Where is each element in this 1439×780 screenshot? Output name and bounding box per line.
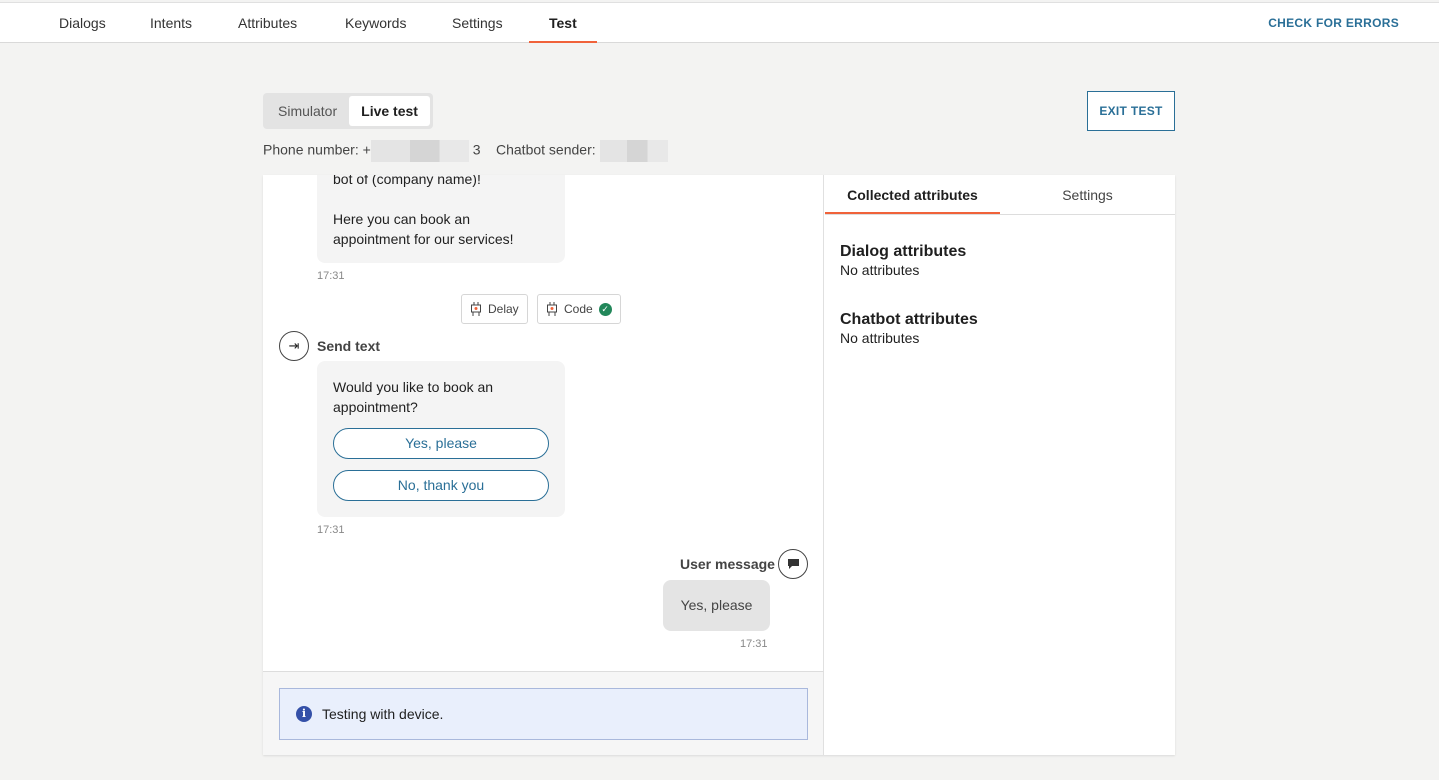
section-title: Dialog attributes [840,243,967,260]
tab-intents[interactable]: Intents [150,3,192,43]
phone-number: Phone number: + 3 [263,140,481,162]
phone-suffix: 3 [472,141,481,158]
robot-icon [546,302,558,316]
tab-dialogs[interactable]: Dialogs [59,3,106,43]
bot-message: Would you like to book an appointment? Y… [317,361,565,517]
code-chip[interactable]: Code ✓ [537,294,621,324]
exit-test-button[interactable]: EXIT TEST [1087,91,1175,131]
info-text: Testing with device. [322,706,444,722]
sender-label: Chatbot sender: [496,141,596,158]
section-value: No attributes [840,330,920,346]
info-icon: i [296,706,312,722]
quick-reply-no[interactable]: No, thank you [333,470,549,501]
send-text-icon: ⇥ [279,331,309,361]
chat-footer: i Testing with device. [263,671,824,755]
quick-reply-yes[interactable]: Yes, please [333,428,549,459]
check-circle-icon: ✓ [598,302,612,316]
message-time: 17:31 [740,638,768,650]
message-text: Would you like to book an appointment? [333,379,494,415]
tab-attributes[interactable]: Attributes [238,3,297,43]
mode-toggle: Simulator Live test [263,93,433,129]
chip-label: Delay [488,302,519,316]
tab-settings[interactable]: Settings [452,3,503,43]
user-message: Yes, please [663,580,770,631]
message-line: bot of (company name)! [333,175,481,187]
message-time: 17:31 [317,270,345,282]
tab-test[interactable]: Test [529,3,597,43]
tab-keywords[interactable]: Keywords [345,3,406,43]
send-text-label: Send text [317,338,381,354]
live-test-tab[interactable]: Live test [349,96,430,126]
bot-message: bot of (company name)! Here you can book… [317,175,565,263]
delay-chip[interactable]: Delay [461,294,528,324]
section-title: Chatbot attributes [840,311,978,328]
simulator-tab[interactable]: Simulator [266,96,349,126]
chatbot-sender: Chatbot sender: [496,140,668,162]
tab-side-settings[interactable]: Settings [1000,175,1175,214]
phone-prefix: + [362,141,371,158]
check-errors-button[interactable]: CHECK FOR ERRORS [1268,3,1399,43]
message-line: Here you can book an appointment for our… [333,211,514,247]
redacted-sender [599,140,668,162]
chat-area[interactable]: bot of (company name)! Here you can book… [263,175,824,671]
message-time: 17:31 [317,524,345,536]
chip-label: Code [564,302,593,316]
info-banner: i Testing with device. [279,688,808,740]
tab-collected-attributes[interactable]: Collected attributes [825,175,1000,214]
redacted-phone [370,140,469,162]
user-message-label: User message [680,556,775,572]
chat-bubble-icon [778,549,808,579]
side-panel: Collected attributes Settings Dialog att… [825,175,1175,755]
top-nav: Dialogs Intents Attributes Keywords Sett… [0,2,1439,43]
robot-icon [470,302,482,316]
dialog-attributes: Dialog attributes No attributes Chatbot … [825,243,1175,347]
section-value: No attributes [840,262,920,278]
side-tabs: Collected attributes Settings [825,175,1175,215]
test-panel: bot of (company name)! Here you can book… [263,175,1175,755]
phone-label: Phone number: [263,141,359,158]
